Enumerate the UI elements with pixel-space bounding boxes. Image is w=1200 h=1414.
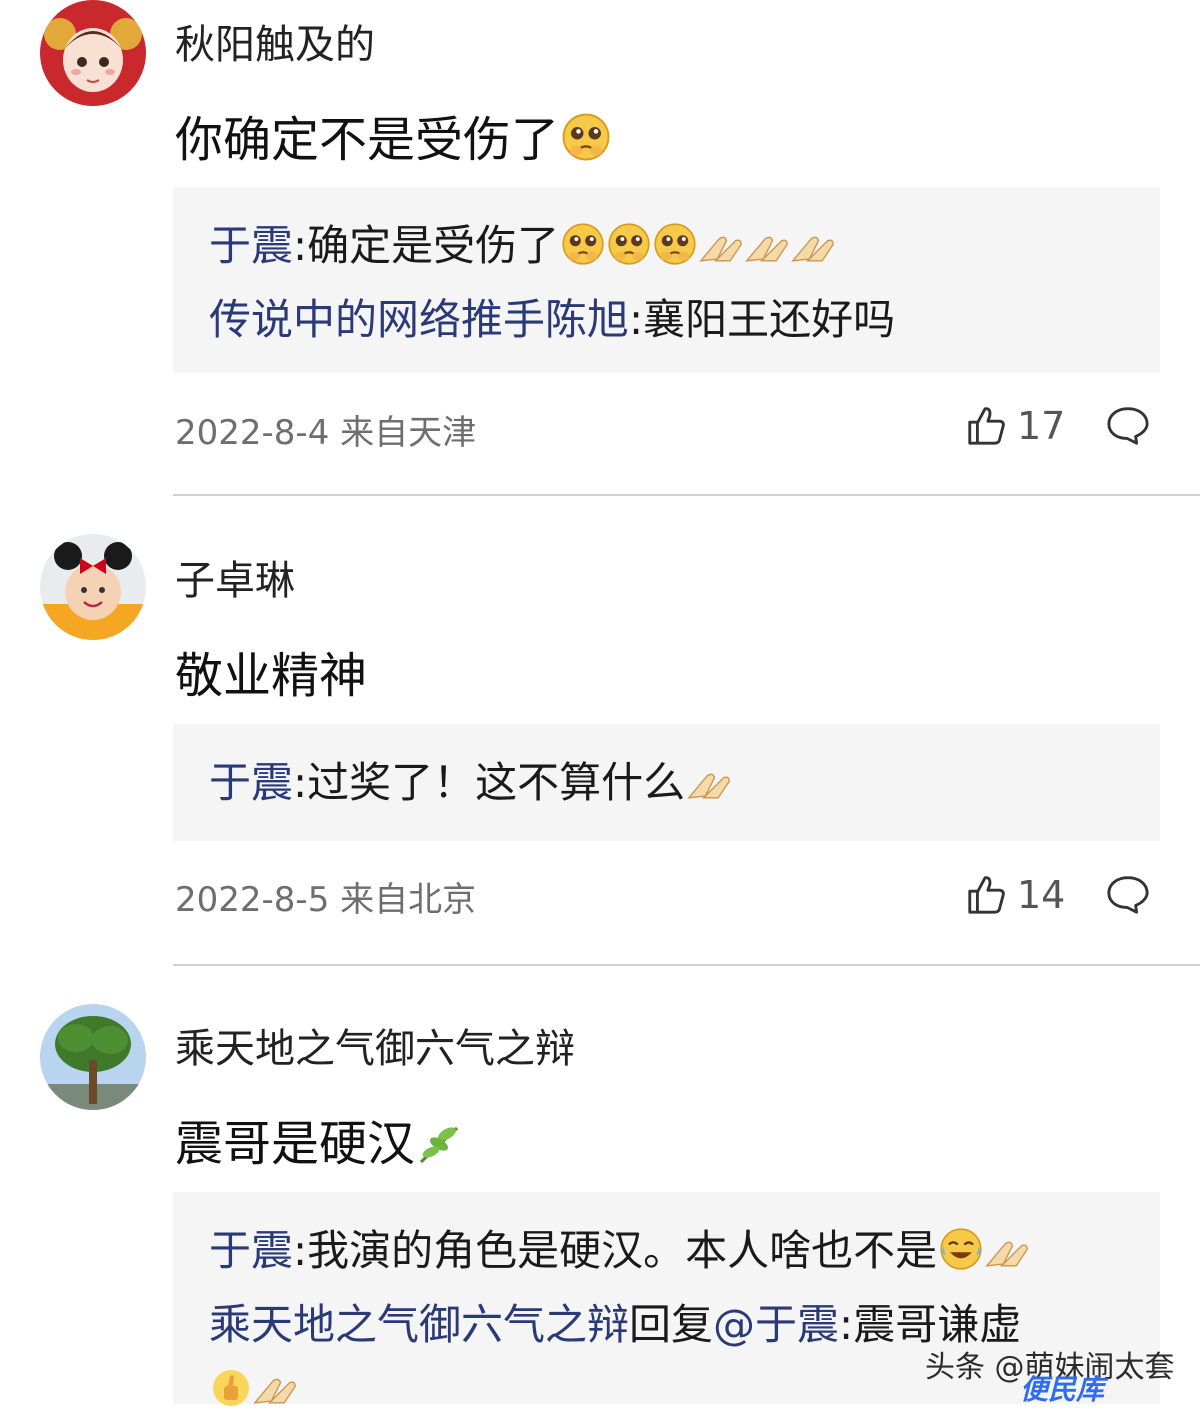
like-icon [965,874,1007,916]
reply-author[interactable]: 传说中的网络推手陈旭 [209,295,629,344]
avatar-baby[interactable] [40,534,146,640]
watermark-logo: 便民库 [1020,1373,1105,1406]
like-button[interactable]: 14 [965,873,1065,917]
comment-text: 震哥是硬汉 [175,1104,467,1174]
pray-hands-emoji [699,230,743,266]
comment-username[interactable]: 乘天地之气御六气之辩 [175,1016,575,1074]
like-icon [965,405,1007,447]
tears-of-joy-emoji [939,1227,983,1271]
reply-author[interactable]: 于震 [209,1226,293,1275]
comment-text: 敬业精神 [175,648,368,704]
reply-text: 确定是受伤了 [307,221,560,270]
reply-author[interactable]: 乘天地之气御六气之辩 [209,1300,629,1349]
reply-mention[interactable]: @于震 [713,1300,839,1349]
pleading-face-emoji [561,222,605,266]
reply-verb: 回复 [629,1300,714,1349]
pray-hands-emoji [745,230,789,266]
reply-thread[interactable]: 于震:过奖了！这不算什么 [173,724,1160,841]
pleading-face-emoji [607,222,651,266]
comment-username[interactable]: 子卓琳 [175,548,295,606]
reply-button[interactable] [1106,873,1150,919]
comment-meta: 2022-8-5 来自北京 [175,872,476,921]
reply-text: 我演的角色是硬汉。本人啥也不是 [307,1226,938,1275]
reply-separator: : [839,1300,854,1349]
reply-line[interactable]: 于震:确定是受伤了 [209,209,1124,283]
thumbs-up-emoji [211,1368,251,1408]
reply-text: 过奖了！这不算什么 [307,758,686,807]
reply-button[interactable] [1106,404,1150,450]
divider [173,964,1200,966]
comment-icon [1106,404,1150,446]
comment-meta: 2022-8-4 来自天津 [175,405,476,454]
comment-username[interactable]: 秋阳触及的 [175,12,375,70]
comment-date: 2022-8-5 [175,880,330,920]
reply-line[interactable]: 于震:我演的角色是硬汉。本人啥也不是 [209,1214,1124,1288]
reply-separator: : [293,221,308,270]
pray-hands-emoji [253,1372,297,1408]
avatar-girl[interactable] [40,0,146,106]
like-count: 17 [1017,404,1066,448]
divider [173,494,1200,496]
comment-text-body: 震哥是硬汉 [175,1116,416,1172]
pray-hands-emoji [687,767,731,803]
leaf-emoji [417,1122,467,1166]
avatar-tree[interactable] [40,1004,146,1110]
reply-thread[interactable]: 于震:确定是受伤了 传说中的网络推手陈旭:襄阳王还好吗 [173,187,1160,373]
like-count: 14 [1017,873,1066,917]
pleading-face-emoji [561,112,611,162]
comment-date: 2022-8-4 [175,413,330,453]
reply-separator: : [629,295,644,344]
reply-text: 襄阳王还好吗 [643,295,896,344]
reply-author[interactable]: 于震 [209,221,293,270]
comment-icon [1106,873,1150,915]
reply-line[interactable]: 于震:过奖了！这不算什么 [209,746,1124,820]
reply-author[interactable]: 于震 [209,758,293,807]
like-button[interactable]: 17 [965,404,1065,448]
reply-separator: : [293,758,308,807]
reply-separator: : [293,1226,308,1275]
reply-line[interactable]: 传说中的网络推手陈旭:襄阳王还好吗 [209,283,1124,357]
pleading-face-emoji [653,222,697,266]
comment-text: 你确定不是受伤了 [175,100,611,170]
comment-location: 来自天津 [340,413,477,453]
pray-hands-emoji [791,230,835,266]
comment-text-body: 你确定不是受伤了 [175,112,560,168]
pray-hands-emoji [985,1235,1029,1271]
comment-location: 来自北京 [340,880,477,920]
